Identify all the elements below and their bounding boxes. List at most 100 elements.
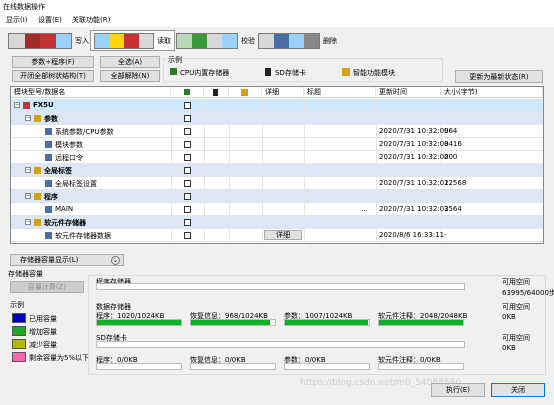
column-divider	[229, 99, 230, 111]
column-divider	[204, 164, 205, 176]
cpu-memory-icon	[170, 68, 177, 75]
collapse-toggle-icon[interactable]: −	[25, 193, 31, 199]
row-checkbox[interactable]	[184, 167, 191, 174]
col-header-cpu	[171, 87, 204, 98]
tree-row[interactable]: 软元件存储器数据 2020/8/6 16:33:11- 详细	[11, 229, 543, 242]
capacity-toggle-label: 存储器容量显示(L)	[20, 256, 79, 264]
tree-row[interactable]: − FX5U	[11, 99, 543, 112]
column-divider	[171, 125, 172, 137]
column-divider	[171, 138, 172, 150]
tree-node-icon	[45, 141, 52, 148]
column-divider	[441, 112, 442, 124]
read-icon	[94, 32, 154, 49]
column-divider	[376, 125, 377, 137]
column-divider	[262, 112, 263, 124]
tree-node-label: 程序	[44, 193, 58, 201]
tree-node-label: 全局标签设置	[55, 180, 97, 188]
column-divider	[229, 151, 230, 163]
column-divider	[229, 229, 230, 241]
capacity-legend-label: 减少容量	[29, 341, 57, 349]
column-divider	[376, 229, 377, 241]
column-divider	[171, 177, 172, 189]
tree-row[interactable]: 远程口令 2020/7/31 10:32:00 200	[11, 151, 543, 164]
expand-all-button[interactable]: 开闭全部树状结构(T)	[12, 70, 94, 82]
row-size: 200	[444, 153, 458, 161]
column-divider	[304, 203, 305, 215]
row-checkbox[interactable]	[184, 180, 191, 187]
tab-delete[interactable]: 删除	[258, 31, 337, 50]
sd_card-bar	[284, 363, 370, 370]
tree-row[interactable]: − 软元件存储器	[11, 216, 543, 229]
column-divider	[204, 112, 205, 124]
row-size: -	[444, 231, 447, 239]
column-divider	[262, 203, 263, 215]
row-checkbox[interactable]	[184, 193, 191, 200]
collapse-toggle-icon[interactable]: −	[25, 115, 31, 121]
tree-row[interactable]: − 程序	[11, 190, 543, 203]
tree-node-icon	[45, 232, 52, 239]
tree-node-label: 软元件存储器	[44, 219, 86, 227]
column-divider	[304, 99, 305, 111]
column-divider	[304, 190, 305, 202]
data_memory-bar-fill	[285, 320, 368, 325]
select-all-button[interactable]: 全选(A)	[100, 56, 160, 68]
tree-row[interactable]: 全局标签设置 2020/7/31 10:32:02 12568	[11, 177, 543, 190]
refresh-latest-button[interactable]: 更新为最新状态(R)	[455, 70, 543, 83]
column-divider	[304, 151, 305, 163]
detail-button[interactable]: 详细	[264, 230, 302, 240]
collapse-toggle-icon[interactable]: −	[25, 167, 31, 173]
tab-read-label: 读取	[157, 36, 171, 45]
data_memory-bar-fill	[191, 320, 271, 325]
row-title: ...	[361, 205, 368, 213]
capacity-calc-button[interactable]: 容量计算(Z)	[10, 281, 84, 293]
menu-related-functions[interactable]: 关联功能(R)	[72, 15, 110, 25]
data_memory-bar-fill	[97, 320, 181, 325]
tab-read[interactable]: 读取	[90, 30, 175, 51]
collapse-toggle-icon[interactable]: −	[25, 219, 31, 225]
menu-settings[interactable]: 设置(E)	[38, 15, 62, 25]
execute-button[interactable]: 执行(E)	[431, 383, 485, 397]
capacity-legend-swatch	[12, 352, 26, 362]
column-divider	[304, 125, 305, 137]
column-divider	[262, 229, 263, 241]
collapse-toggle-icon[interactable]: −	[14, 102, 20, 108]
tab-write[interactable]: 写入	[8, 31, 89, 50]
program-memory-free-label: 可用空间	[502, 278, 530, 286]
data_memory-bar	[190, 319, 276, 326]
tree-row[interactable]: − 参数	[11, 112, 543, 125]
column-divider	[376, 216, 377, 228]
row-checkbox[interactable]	[184, 232, 191, 239]
tree-row[interactable]: 模块参数 2020/7/31 10:32:00 3416	[11, 138, 543, 151]
row-update-time: 2020/7/31 10:32:00	[379, 140, 449, 148]
row-checkbox[interactable]	[184, 128, 191, 135]
close-button[interactable]: 关闭	[491, 383, 545, 397]
column-divider	[441, 164, 442, 176]
sd_card-bar	[190, 363, 276, 370]
capacity-toggle-button[interactable]: 存储器容量显示(L) ⌄	[10, 254, 124, 266]
column-divider	[376, 203, 377, 215]
column-divider	[376, 151, 377, 163]
tree-row[interactable]: 系统参数/CPU参数 2020/7/31 10:32:00 964	[11, 125, 543, 138]
sd-card-free-value: 0KB	[502, 344, 516, 352]
tree-row[interactable]: MAIN... 2020/7/31 10:32:02 3564	[11, 203, 543, 216]
row-checkbox[interactable]	[184, 115, 191, 122]
menu-display[interactable]: 显示(I)	[6, 15, 28, 25]
row-checkbox[interactable]	[184, 102, 191, 109]
capacity-legend-title: 示例	[10, 301, 24, 309]
row-checkbox[interactable]	[184, 206, 191, 213]
column-divider	[441, 216, 442, 228]
chevron-down-icon: ⌄	[111, 256, 120, 265]
tab-verify[interactable]: 校验	[176, 31, 255, 50]
row-checkbox[interactable]	[184, 219, 191, 226]
column-divider	[262, 151, 263, 163]
tree-row[interactable]: − 全局标签	[11, 164, 543, 177]
param-program-button[interactable]: 参数+程序(F)	[12, 56, 94, 68]
sd-card-free-label: 可用空间	[502, 334, 530, 342]
capacity-legend-swatch	[12, 326, 26, 336]
column-divider	[304, 138, 305, 150]
deselect-all-button[interactable]: 全部解除(N)	[100, 70, 160, 82]
row-checkbox[interactable]	[184, 141, 191, 148]
sd-card-total-bar	[96, 341, 465, 348]
tree-node-label: MAIN	[55, 205, 74, 213]
row-checkbox[interactable]	[184, 154, 191, 161]
